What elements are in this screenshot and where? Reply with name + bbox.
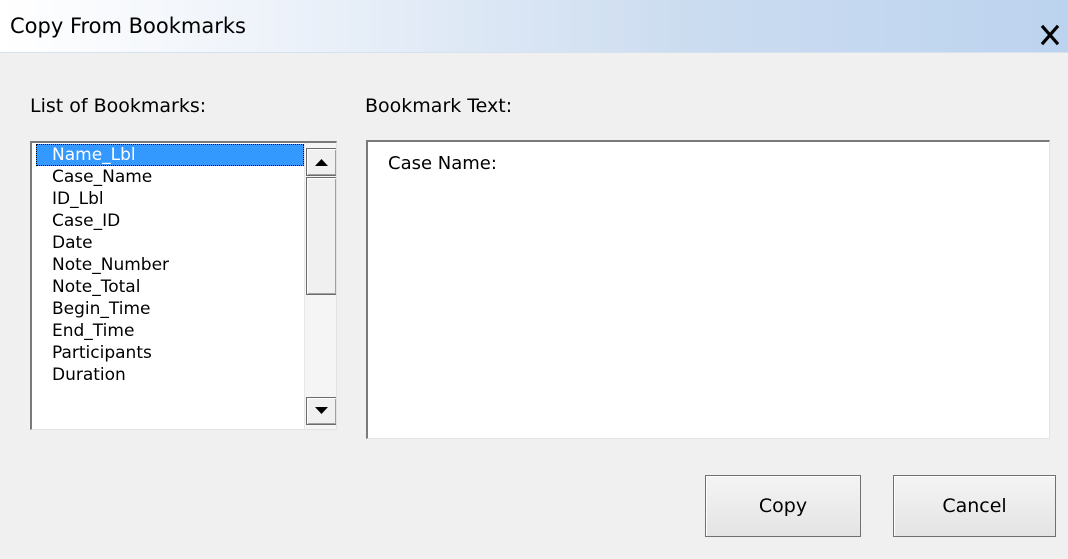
list-item[interactable]: Participants	[32, 342, 304, 364]
scroll-down-button[interactable]	[306, 397, 336, 425]
close-button[interactable]	[1035, 22, 1065, 48]
scroll-down-arrow-icon	[315, 407, 328, 414]
scroll-up-arrow-icon	[315, 159, 328, 166]
list-item[interactable]: Duration	[32, 364, 304, 386]
list-item[interactable]: Note_Number	[32, 254, 304, 276]
cancel-button[interactable]: Cancel	[893, 475, 1056, 537]
list-item[interactable]: Case_ID	[32, 210, 304, 232]
bookmarks-list-items: Name_Lbl Case_Name ID_Lbl Case_ID Date Note_N…	[32, 144, 304, 386]
bookmark-text-label: Bookmark Text:	[365, 95, 513, 117]
scroll-up-button[interactable]	[306, 148, 336, 176]
title-bar[interactable]: Copy From Bookmarks	[0, 0, 1068, 53]
bookmark-text-field[interactable]: Case Name:	[366, 140, 1050, 439]
bookmarks-listbox[interactable]: Name_Lbl Case_Name ID_Lbl Case_ID Date Note_N…	[30, 141, 337, 430]
list-item[interactable]: Note_Total	[32, 276, 304, 298]
list-item[interactable]: Case_Name	[32, 166, 304, 188]
list-item[interactable]: Date	[32, 232, 304, 254]
copy-button[interactable]: Copy	[705, 475, 861, 537]
list-item[interactable]: Begin_Time	[32, 298, 304, 320]
bookmarks-list-label: List of Bookmarks:	[30, 95, 207, 117]
list-item[interactable]: ID_Lbl	[32, 188, 304, 210]
listbox-scrollbar[interactable]	[304, 143, 336, 429]
scrollbar-thumb[interactable]	[306, 177, 336, 295]
close-icon	[1040, 24, 1060, 46]
dialog-title: Copy From Bookmarks	[10, 14, 246, 38]
list-item[interactable]: End_Time	[32, 320, 304, 342]
copy-from-bookmarks-dialog: Copy From Bookmarks List of Bookmarks: B…	[0, 0, 1068, 559]
list-item-selected[interactable]: Name_Lbl	[36, 144, 304, 166]
